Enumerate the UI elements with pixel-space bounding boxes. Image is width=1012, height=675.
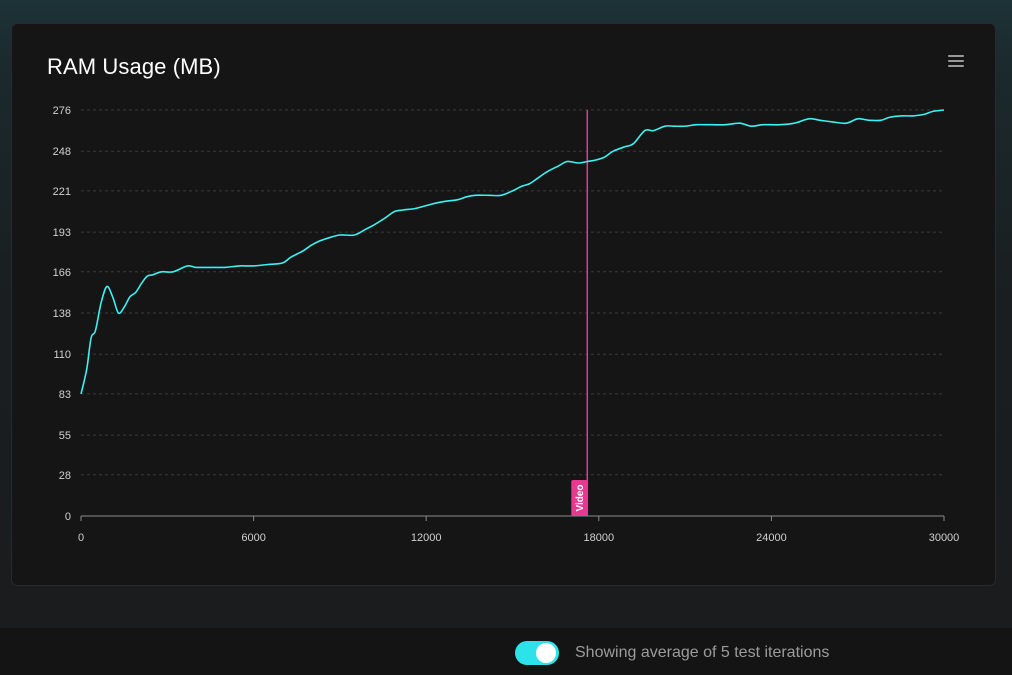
y-tick-label: 248	[53, 146, 71, 158]
chart-gridlines	[80, 109, 945, 521]
y-tick-label: 193	[53, 227, 71, 239]
ram-series-line	[80, 109, 945, 395]
x-tick-label: 18000	[584, 532, 615, 544]
y-tick-label: 221	[53, 186, 71, 198]
x-tick-label: 24000	[756, 532, 787, 544]
ram-series	[80, 109, 945, 395]
x-tick-label: 30000	[929, 532, 960, 544]
x-tick-label: 6000	[241, 532, 265, 544]
toggle-knob	[536, 643, 556, 663]
y-tick-label: 166	[53, 267, 71, 279]
y-tick-label: 55	[59, 430, 71, 442]
footer-bar: Showing average of 5 test iterations	[0, 628, 1012, 675]
toggle-label: Showing average of 5 test iterations	[575, 644, 830, 661]
y-tick-label: 276	[53, 105, 71, 117]
iterations-toggle[interactable]	[515, 641, 559, 665]
y-tick-label: 138	[53, 308, 71, 320]
y-tick-label: 28	[59, 470, 71, 482]
y-axis-labels: 0 28 55 83 110 138 166 193 221 248 276	[53, 105, 71, 523]
ram-usage-chart: 0 28 55 83 110 138 166 193 221 248 276 0 6000 12000 1…	[53, 105, 960, 544]
video-marker-label: Video	[575, 484, 586, 511]
y-tick-label: 110	[53, 349, 71, 361]
y-tick-label: 83	[59, 389, 71, 401]
x-axis-labels: 0 6000 12000 18000 24000 30000	[78, 532, 959, 544]
y-tick-label: 0	[65, 511, 71, 523]
x-tick-label: 12000	[411, 532, 442, 544]
x-tick-label: 0	[78, 532, 84, 544]
